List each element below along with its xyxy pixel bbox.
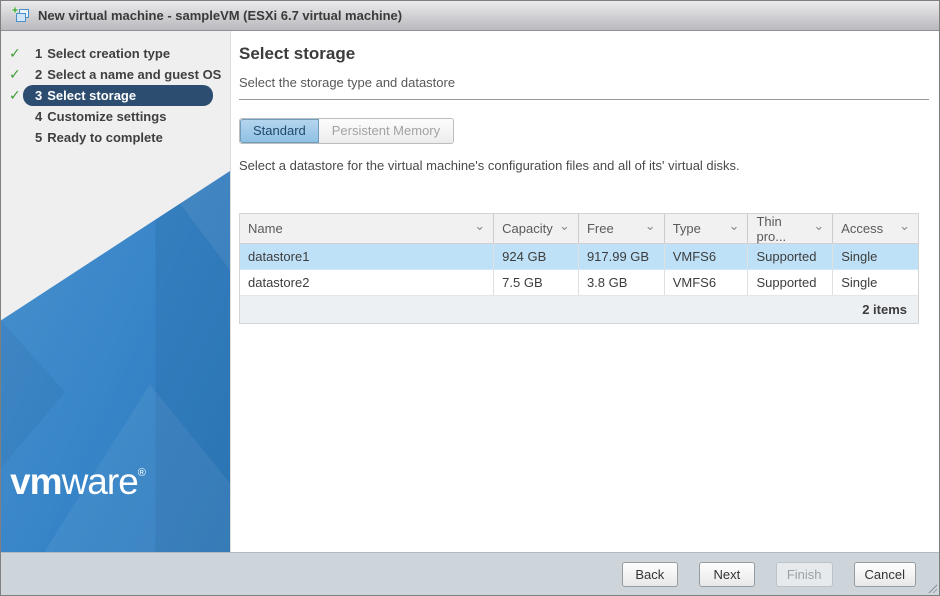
check-icon: ✓: [9, 64, 21, 85]
chevron-down-icon[interactable]: ⌄: [813, 221, 824, 231]
cell-type: VMFS6: [665, 270, 749, 295]
table-row-datastore2[interactable]: datastore2 7.5 GB 3.8 GB VMFS6 Supported…: [240, 270, 918, 296]
wizard-steps-sidebar: ✓ 1 Select creation type ✓ 2 Select a name…: [1, 31, 231, 552]
step-select-storage[interactable]: ✓ 3Select storage: [23, 85, 213, 106]
new-vm-wizard-window: New virtual machine - sampleVM (ESXi 6.7…: [0, 0, 940, 596]
cell-capacity: 924 GB: [494, 244, 579, 269]
cell-type: VMFS6: [665, 244, 749, 269]
step-number: 5: [35, 130, 42, 145]
cell-name: datastore2: [240, 270, 494, 295]
chevron-down-icon[interactable]: ⌄: [729, 221, 740, 231]
back-button[interactable]: Back: [622, 562, 678, 587]
step-number: 3: [35, 88, 42, 103]
column-header-access[interactable]: Access ⌄: [833, 214, 918, 243]
table-footer: 2 items: [240, 296, 918, 323]
cancel-button[interactable]: Cancel: [854, 562, 916, 587]
column-header-free[interactable]: Free ⌄: [579, 214, 665, 243]
step-ready-to-complete[interactable]: 5 Ready to complete: [1, 127, 230, 148]
check-icon: ✓: [9, 43, 21, 64]
chevron-down-icon[interactable]: ⌄: [645, 221, 656, 231]
cell-access: Single: [833, 244, 918, 269]
column-label: Thin pro...: [756, 214, 813, 244]
check-icon: ✓: [9, 85, 21, 106]
items-count: 2 items: [862, 302, 907, 317]
cell-free: 917.99 GB: [579, 244, 665, 269]
chevron-down-icon[interactable]: ⌄: [474, 221, 485, 231]
step-number: 2: [35, 67, 42, 82]
step-select-creation-type[interactable]: ✓ 1 Select creation type: [1, 43, 230, 64]
column-header-type[interactable]: Type ⌄: [665, 214, 749, 243]
column-header-thin-provisioning[interactable]: Thin pro... ⌄: [748, 214, 833, 243]
column-label: Free: [587, 221, 614, 236]
datastore-description: Select a datastore for the virtual machi…: [239, 158, 929, 173]
divider: [239, 99, 929, 100]
finish-button[interactable]: Finish: [776, 562, 833, 587]
cell-free: 3.8 GB: [579, 270, 665, 295]
registered-mark: ®: [138, 467, 146, 479]
column-header-name[interactable]: Name ⌄: [240, 214, 494, 243]
button-bar: Back Next Finish Cancel: [1, 552, 939, 595]
step-number: 1: [35, 46, 42, 61]
cell-thin-provisioning: Supported: [748, 244, 833, 269]
step-label: Customize settings: [47, 109, 166, 124]
cell-access: Single: [833, 270, 918, 295]
chevron-down-icon[interactable]: ⌄: [899, 221, 910, 231]
column-label: Type: [673, 221, 701, 236]
step-select-name-guest-os[interactable]: ✓ 2 Select a name and guest OS: [1, 64, 230, 85]
window-title: New virtual machine - sampleVM (ESXi 6.7…: [38, 8, 402, 23]
column-label: Access: [841, 221, 883, 236]
vmware-logo-regular: ware: [62, 461, 138, 502]
next-button[interactable]: Next: [699, 562, 755, 587]
vmware-logo-bold: vm: [10, 461, 61, 502]
page-subtitle: Select the storage type and datastore: [239, 75, 929, 90]
chevron-down-icon[interactable]: ⌄: [559, 221, 570, 231]
storage-type-tabs: Standard Persistent Memory: [239, 118, 454, 144]
tab-standard[interactable]: Standard: [240, 119, 319, 143]
resize-grip[interactable]: [927, 583, 937, 593]
title-bar: New virtual machine - sampleVM (ESXi 6.7…: [1, 1, 939, 31]
new-vm-icon: [11, 7, 31, 25]
table-header: Name ⌄ Capacity ⌄ Free ⌄ Type ⌄ Thin pro…: [240, 214, 918, 244]
step-label: Select storage: [47, 88, 136, 103]
page-title: Select storage: [239, 44, 929, 64]
column-header-capacity[interactable]: Capacity ⌄: [494, 214, 579, 243]
column-label: Name: [248, 221, 283, 236]
sidebar-artwork: vmware®: [1, 171, 230, 552]
step-label: Select a name and guest OS: [47, 67, 221, 82]
cell-capacity: 7.5 GB: [494, 270, 579, 295]
cell-name: datastore1: [240, 244, 494, 269]
cell-thin-provisioning: Supported: [748, 270, 833, 295]
datastore-table: Name ⌄ Capacity ⌄ Free ⌄ Type ⌄ Thin pro…: [239, 213, 919, 324]
step-label: Select creation type: [47, 46, 170, 61]
wizard-content: Select storage Select the storage type a…: [231, 31, 939, 552]
step-list: ✓ 1 Select creation type ✓ 2 Select a name…: [1, 31, 230, 148]
tab-persistent-memory[interactable]: Persistent Memory: [319, 119, 453, 143]
step-customize-settings[interactable]: 4 Customize settings: [1, 106, 230, 127]
table-row-datastore1[interactable]: datastore1 924 GB 917.99 GB VMFS6 Suppor…: [240, 244, 918, 270]
vmware-logo: vmware®: [1, 463, 155, 500]
step-number: 4: [35, 109, 42, 124]
column-label: Capacity: [502, 221, 553, 236]
step-label: Ready to complete: [47, 130, 163, 145]
